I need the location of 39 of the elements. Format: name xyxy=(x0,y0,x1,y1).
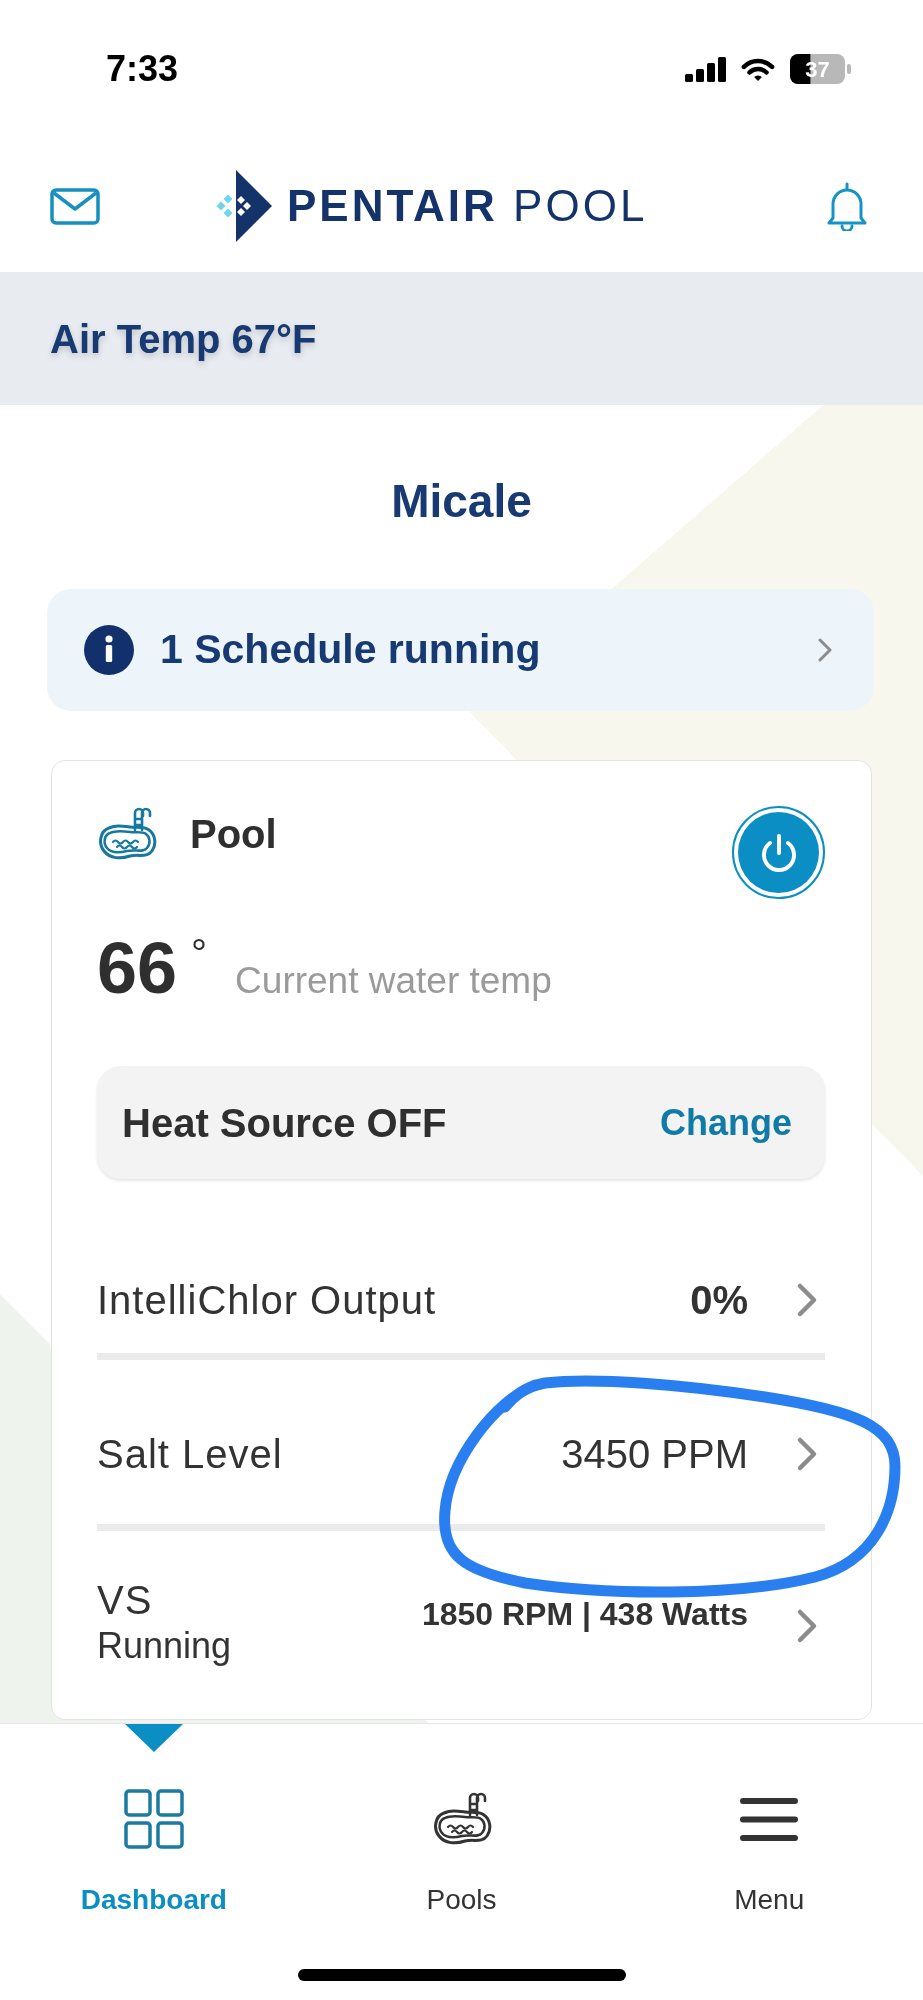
info-icon xyxy=(84,625,134,675)
triangle-icon xyxy=(124,1724,183,1752)
nav-tab[interactable]: Dashboard xyxy=(0,1724,308,1917)
pool-icon xyxy=(431,1791,492,1847)
chevron-right-icon xyxy=(796,1436,818,1472)
list-row[interactable]: Salt Level 3450 PPM xyxy=(97,1360,825,1531)
row-label: Salt Level xyxy=(97,1431,283,1478)
chevron-right-icon xyxy=(796,1608,818,1644)
pool-icon xyxy=(97,806,157,862)
grid-icon xyxy=(123,1789,184,1849)
row-label: VS xyxy=(97,1577,154,1624)
heat-source-status: Heat Source OFF xyxy=(122,1099,447,1147)
list-row[interactable]: IntelliChlor Output 0% xyxy=(97,1179,825,1360)
water-temp-value: 66 xyxy=(97,928,178,1008)
nav-tab[interactable]: Pools xyxy=(307,1724,616,1917)
pool-name: Pool xyxy=(190,811,277,858)
nav-tab[interactable]: Menu xyxy=(615,1724,923,1917)
row-value: 1850 RPM | 438 Watts xyxy=(421,1598,748,1630)
signal-icon xyxy=(685,56,726,82)
row-label: IntelliChlor Output xyxy=(97,1277,437,1324)
air-temp-text: Air Temp 67°F xyxy=(50,315,317,363)
row-status: Running xyxy=(97,1624,232,1668)
status-time: 7:33 xyxy=(106,49,179,89)
degree-symbol: ° xyxy=(191,931,208,975)
location-name: Micale xyxy=(391,474,532,529)
logo-text: PENTAIR POOL xyxy=(287,180,648,232)
schedule-banner[interactable]: 1 Schedule running xyxy=(47,589,874,711)
list-row[interactable]: VS Running 1850 RPM | 438 Watts xyxy=(97,1531,825,1719)
logo-icon xyxy=(216,170,272,242)
menu-icon xyxy=(739,1796,800,1842)
row-value: 0% xyxy=(690,1277,748,1324)
chevron-right-icon xyxy=(796,1282,818,1318)
mail-icon[interactable] xyxy=(50,187,100,225)
change-button[interactable]: Change xyxy=(660,1100,792,1145)
water-temp-label: Current water temp xyxy=(235,960,552,1001)
row-value: 3450 PPM xyxy=(561,1431,748,1478)
bell-icon[interactable] xyxy=(826,181,868,231)
chevron-right-icon xyxy=(818,638,832,662)
wifi-icon xyxy=(740,56,776,82)
